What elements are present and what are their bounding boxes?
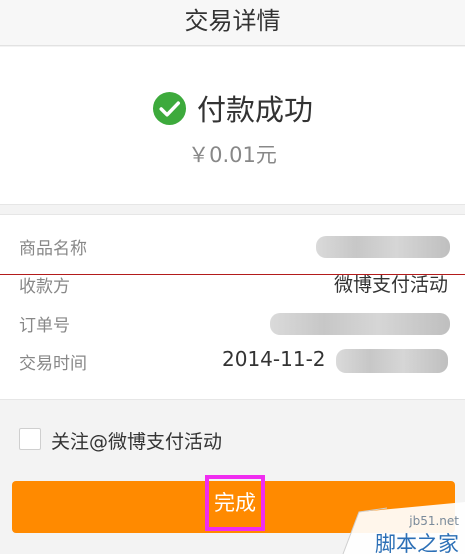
check-circle-icon <box>152 91 187 125</box>
detail-label-product: 商品名称 <box>19 239 87 259</box>
detail-value-time: 2014-11-2 <box>222 347 326 371</box>
payment-status-text: 付款成功 <box>196 93 313 127</box>
follow-label: 关注@微博支付活动 <box>51 431 223 453</box>
red-annotation-line <box>0 274 465 275</box>
payment-amount: ￥0.01元 <box>188 143 277 167</box>
detail-label-payee: 收款方 <box>19 277 70 297</box>
site-watermark: jb51.net 脚本之家 <box>325 484 465 554</box>
detail-row-payee: 收款方 微博支付活动 <box>0 266 465 302</box>
blurred-order-number <box>270 313 450 335</box>
detail-label-order: 订单号 <box>19 316 70 336</box>
transaction-details: 商品名称 收款方 微博支付活动 订单号 交易时间 2014-11-2 <box>0 214 465 400</box>
detail-row-product: 商品名称 <box>0 228 465 264</box>
follow-checkbox[interactable] <box>19 428 41 450</box>
detail-label-time: 交易时间 <box>19 354 87 374</box>
blurred-time <box>336 349 448 373</box>
blurred-product-name <box>316 236 450 258</box>
detail-row-time: 交易时间 2014-11-2 <box>0 343 465 379</box>
done-highlight-box: 完成 <box>205 475 265 531</box>
done-button-label: 完成 <box>214 491 256 515</box>
watermark-url: jb51.net <box>409 514 459 528</box>
follow-option[interactable]: 关注@微博支付活动 <box>0 401 465 471</box>
page-header: 交易详情 <box>0 0 465 46</box>
detail-row-order: 订单号 <box>0 305 465 341</box>
status-row: 付款成功 <box>0 87 465 129</box>
page-title: 交易详情 <box>184 7 281 35</box>
payment-status-card: 付款成功 ￥0.01元 <box>0 47 465 205</box>
watermark-text: 脚本之家 <box>375 532 459 554</box>
